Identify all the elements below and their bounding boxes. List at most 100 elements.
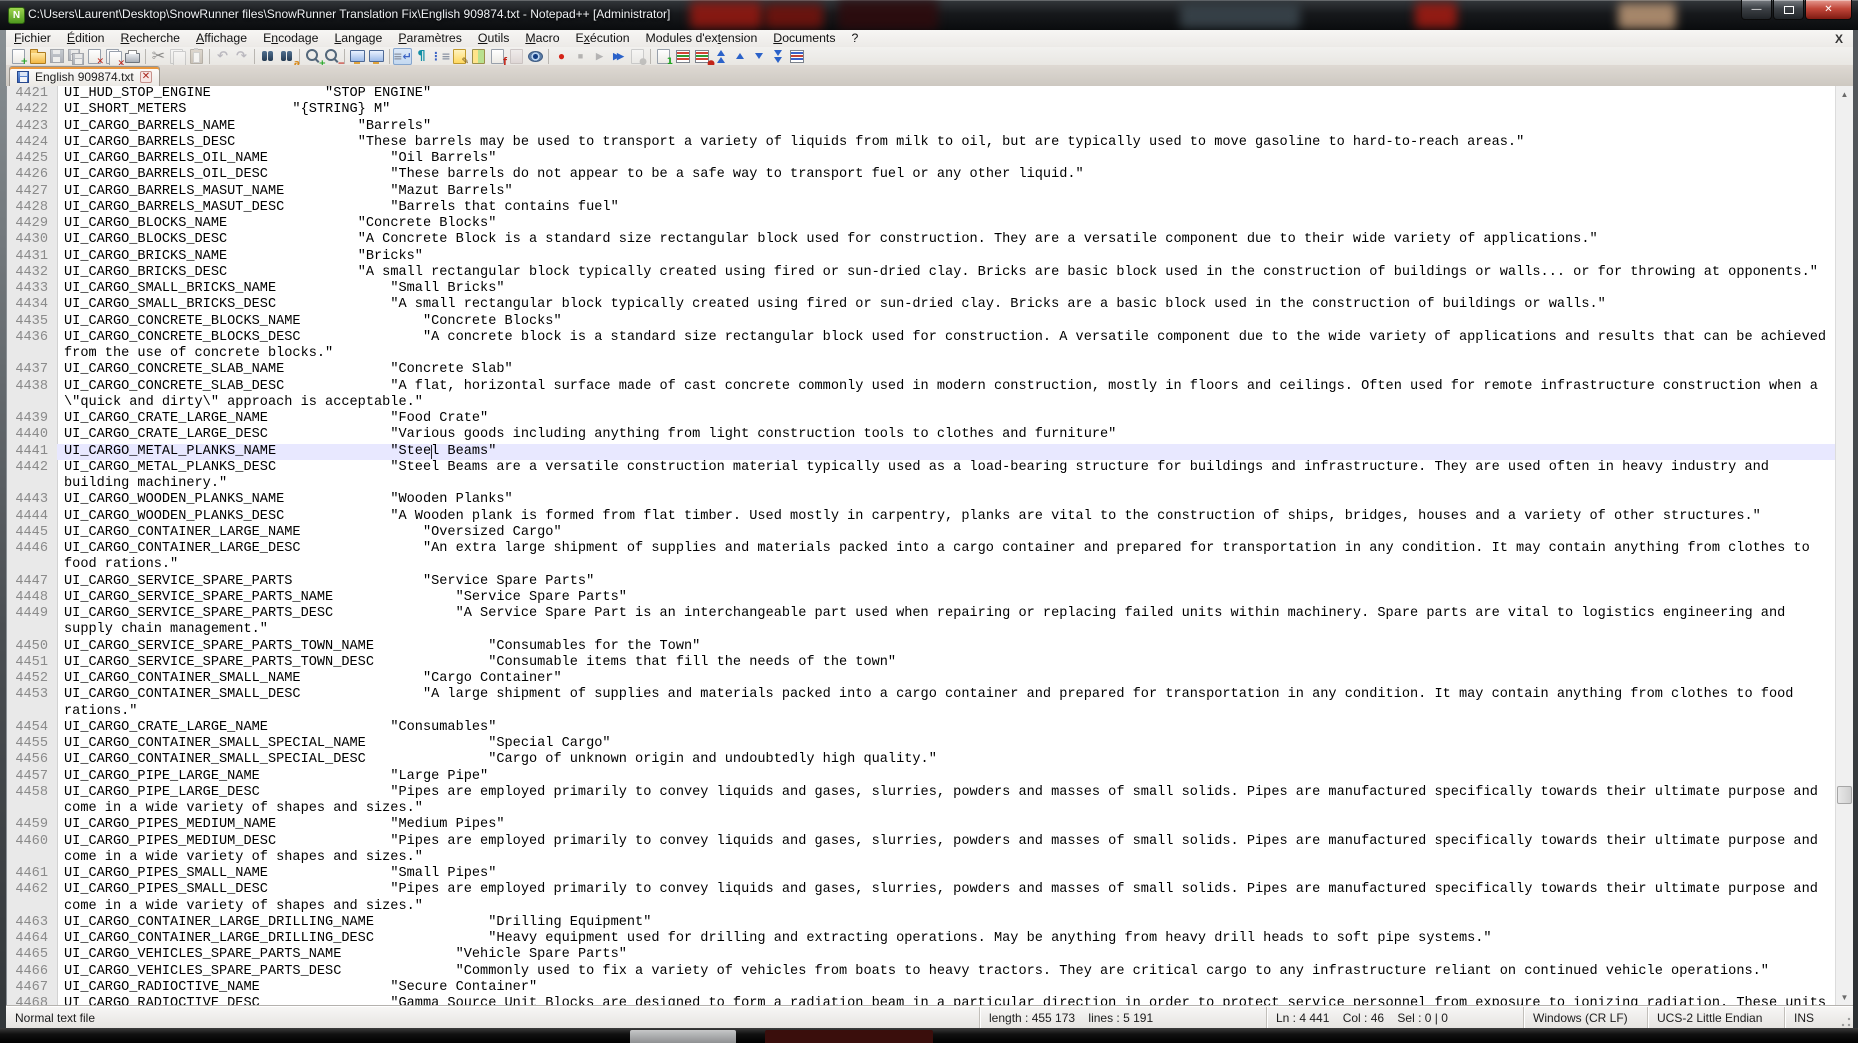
code-text[interactable]: UI_CARGO_BARRELS_DESC "These barrels may…: [57, 135, 1836, 151]
menu-item[interactable]: Exécution: [568, 31, 638, 45]
code-text[interactable]: UI_CARGO_BARRELS_MASUT_NAME "Mazut Barre…: [57, 184, 1836, 200]
menu-item[interactable]: Paramètres: [390, 31, 470, 45]
plugin-nav-last-icon[interactable]: [768, 48, 787, 65]
code-text[interactable]: UI_CARGO_PIPES_MEDIUM_NAME "Medium Pipes…: [57, 817, 1836, 833]
code-text[interactable]: UI_CARGO_CONCRETE_BLOCKS_DESC "A concret…: [57, 330, 1836, 363]
code-text[interactable]: UI_CARGO_CONTAINER_LARGE_DRILLING_NAME "…: [57, 915, 1836, 931]
code-text[interactable]: UI_CARGO_PIPES_SMALL_DESC "Pipes are emp…: [57, 882, 1836, 915]
code-text[interactable]: UI_CARGO_BRICKS_NAME "Bricks": [57, 249, 1836, 265]
code-text[interactable]: UI_CARGO_SMALL_BRICKS_DESC "A small rect…: [57, 297, 1836, 313]
code-text[interactable]: UI_CARGO_CONTAINER_SMALL_SPECIAL_NAME "S…: [57, 736, 1836, 752]
code-text[interactable]: UI_CARGO_PIPES_SMALL_NAME "Small Pipes": [57, 866, 1836, 882]
code-text[interactable]: UI_CARGO_BARRELS_NAME "Barrels": [57, 119, 1836, 135]
word-wrap-icon[interactable]: ≡↵: [393, 48, 412, 65]
code-text[interactable]: UI_CARGO_SERVICE_SPARE_PARTS "Service Sp…: [57, 574, 1836, 590]
code-text[interactable]: UI_CARGO_PIPES_MEDIUM_DESC "Pipes are em…: [57, 834, 1836, 867]
code-text[interactable]: UI_CARGO_METAL_PLANKS_DESC "Steel Beams …: [57, 460, 1836, 493]
plugin-nav-prev-icon[interactable]: [730, 48, 749, 65]
code-text[interactable]: UI_CARGO_CONCRETE_SLAB_NAME "Concrete Sl…: [57, 362, 1836, 378]
menu-item[interactable]: Modules d'extension: [638, 31, 766, 45]
code-text[interactable]: UI_CARGO_SERVICE_SPARE_PARTS_DESC "A Ser…: [57, 606, 1836, 639]
sync-horizontal-scroll-icon[interactable]: [367, 48, 386, 65]
code-text[interactable]: UI_CARGO_CRATE_LARGE_NAME "Food Crate": [57, 411, 1836, 427]
code-text[interactable]: UI_CARGO_BARRELS_MASUT_DESC "Barrels tha…: [57, 200, 1836, 216]
sync-vertical-scroll-icon[interactable]: [348, 48, 367, 65]
menu-item[interactable]: Outils: [470, 31, 517, 45]
menu-item[interactable]: Fichier: [6, 31, 59, 45]
document-map-icon[interactable]: [469, 48, 488, 65]
zoom-in-icon[interactable]: +: [303, 48, 322, 65]
new-file-icon[interactable]: +: [9, 48, 28, 65]
code-text[interactable]: UI_CARGO_CONCRETE_BLOCKS_NAME "Concrete …: [57, 314, 1836, 330]
code-text[interactable]: UI_CARGO_RADIOCTIVE_DESC "Gamma Source U…: [57, 996, 1836, 1006]
code-text[interactable]: UI_CARGO_SERVICE_SPARE_PARTS_TOWN_NAME "…: [57, 639, 1836, 655]
plugin-nav-next-icon[interactable]: [749, 48, 768, 65]
show-all-characters-icon[interactable]: ¶: [412, 48, 431, 65]
code-text[interactable]: UI_HUD_STOP_ENGINE "STOP ENGINE": [57, 86, 1836, 102]
close-file-icon[interactable]: ✕: [85, 48, 104, 65]
code-text[interactable]: UI_CARGO_WOODEN_PLANKS_NAME "Wooden Plan…: [57, 492, 1836, 508]
replace-icon[interactable]: a: [277, 48, 296, 65]
code-text[interactable]: UI_CARGO_CONTAINER_SMALL_SPECIAL_DESC "C…: [57, 752, 1836, 768]
menu-item[interactable]: Documents: [765, 31, 843, 45]
code-text[interactable]: UI_CARGO_PIPE_LARGE_NAME "Large Pipe": [57, 769, 1836, 785]
code-text[interactable]: UI_CARGO_CONCRETE_SLAB_DESC "A flat, hor…: [57, 379, 1836, 412]
minimize-button[interactable]: —: [1741, 0, 1772, 20]
code-text[interactable]: UI_CARGO_SERVICE_SPARE_PARTS_NAME "Servi…: [57, 590, 1836, 606]
scrollbar-down-icon[interactable]: ▼: [1836, 989, 1853, 1006]
find-icon[interactable]: [258, 48, 277, 65]
open-file-icon[interactable]: [28, 48, 47, 65]
menu-item[interactable]: Édition: [59, 31, 113, 45]
close-all-icon[interactable]: ✕: [104, 48, 123, 65]
menu-item[interactable]: Recherche: [113, 31, 188, 45]
plugin-doc-1-icon[interactable]: 1: [654, 48, 673, 65]
code-text[interactable]: UI_CARGO_CONTAINER_LARGE_NAME "Oversized…: [57, 525, 1836, 541]
code-text[interactable]: UI_CARGO_VEHICLES_SPARE_PARTS_DESC "Comm…: [57, 964, 1836, 980]
plugin-compare-icon[interactable]: [673, 48, 692, 65]
user-defined-language-icon[interactable]: ✎: [450, 48, 469, 65]
maximize-button[interactable]: [1773, 0, 1804, 20]
menu-item[interactable]: Affichage: [188, 31, 255, 45]
code-text[interactable]: UI_CARGO_CONTAINER_SMALL_DESC "A large s…: [57, 687, 1836, 720]
code-text[interactable]: UI_CARGO_BARRELS_OIL_DESC "These barrels…: [57, 167, 1836, 183]
indent-guide-icon[interactable]: ⋮≡: [431, 48, 450, 65]
menu-item[interactable]: Macro: [517, 31, 567, 45]
code-text[interactable]: UI_CARGO_CONTAINER_SMALL_NAME "Cargo Con…: [57, 671, 1836, 687]
code-text[interactable]: UI_CARGO_BLOCKS_NAME "Concrete Blocks": [57, 216, 1836, 232]
code-text[interactable]: UI_CARGO_WOODEN_PLANKS_DESC "A Wooden pl…: [57, 509, 1836, 525]
file-monitoring-icon[interactable]: [526, 48, 545, 65]
macro-record-icon[interactable]: ●: [552, 48, 571, 65]
code-text[interactable]: UI_CARGO_CONTAINER_LARGE_DRILLING_DESC "…: [57, 931, 1836, 947]
code-text[interactable]: UI_CARGO_VEHICLES_SPARE_PARTS_NAME "Vehi…: [57, 947, 1836, 963]
macro-run-multiple-icon[interactable]: ▶▶: [609, 48, 628, 65]
print-icon[interactable]: [123, 48, 142, 65]
code-text[interactable]: UI_CARGO_SERVICE_SPARE_PARTS_TOWN_DESC "…: [57, 655, 1836, 671]
plugin-nav-first-icon[interactable]: [711, 48, 730, 65]
plugin-compare-clear-icon[interactable]: ●: [692, 48, 711, 65]
code-line: 4439UI_CARGO_CRATE_LARGE_NAME "Food Crat…: [7, 411, 1853, 427]
plugin-nav-bar-icon[interactable]: [787, 48, 806, 65]
code-text[interactable]: UI_CARGO_RADIOCTIVE_NAME "Secure Contain…: [57, 980, 1836, 996]
menu-item[interactable]: Encodage: [255, 31, 326, 45]
menu-item[interactable]: ?: [844, 31, 867, 45]
code-text[interactable]: UI_CARGO_PIPE_LARGE_DESC "Pipes are empl…: [57, 785, 1836, 818]
tab-english-909874[interactable]: English 909874.txt ✕: [9, 66, 160, 87]
code-text[interactable]: UI_CARGO_BRICKS_DESC "A small rectangula…: [57, 265, 1836, 281]
tab-close-icon[interactable]: ✕: [140, 71, 152, 83]
code-text[interactable]: UI_CARGO_METAL_PLANKS_NAME "Steel Beams": [57, 444, 1836, 460]
vertical-scrollbar[interactable]: ▲ ▼: [1835, 86, 1853, 1006]
code-text[interactable]: UI_SHORT_METERS "{STRING} M": [57, 102, 1836, 118]
code-text[interactable]: UI_CARGO_BLOCKS_DESC "A Concrete Block i…: [57, 232, 1836, 248]
close-document-x-button[interactable]: X: [1835, 32, 1843, 46]
close-button[interactable]: ✕: [1805, 0, 1852, 20]
zoom-out-icon[interactable]: −: [322, 48, 341, 65]
code-text[interactable]: UI_CARGO_CRATE_LARGE_NAME "Consumables": [57, 720, 1836, 736]
scrollbar-up-icon[interactable]: ▲: [1836, 86, 1853, 103]
code-text[interactable]: UI_CARGO_CRATE_LARGE_DESC "Various goods…: [57, 427, 1836, 443]
scrollbar-thumb[interactable]: [1837, 786, 1852, 804]
code-text[interactable]: UI_CARGO_BARRELS_OIL_NAME "Oil Barrels": [57, 151, 1836, 167]
code-text[interactable]: UI_CARGO_CONTAINER_LARGE_DESC "An extra …: [57, 541, 1836, 574]
menu-item[interactable]: Langage: [326, 31, 390, 45]
code-text[interactable]: UI_CARGO_SMALL_BRICKS_NAME "Small Bricks…: [57, 281, 1836, 297]
function-list-icon[interactable]: ƒ: [488, 48, 507, 65]
